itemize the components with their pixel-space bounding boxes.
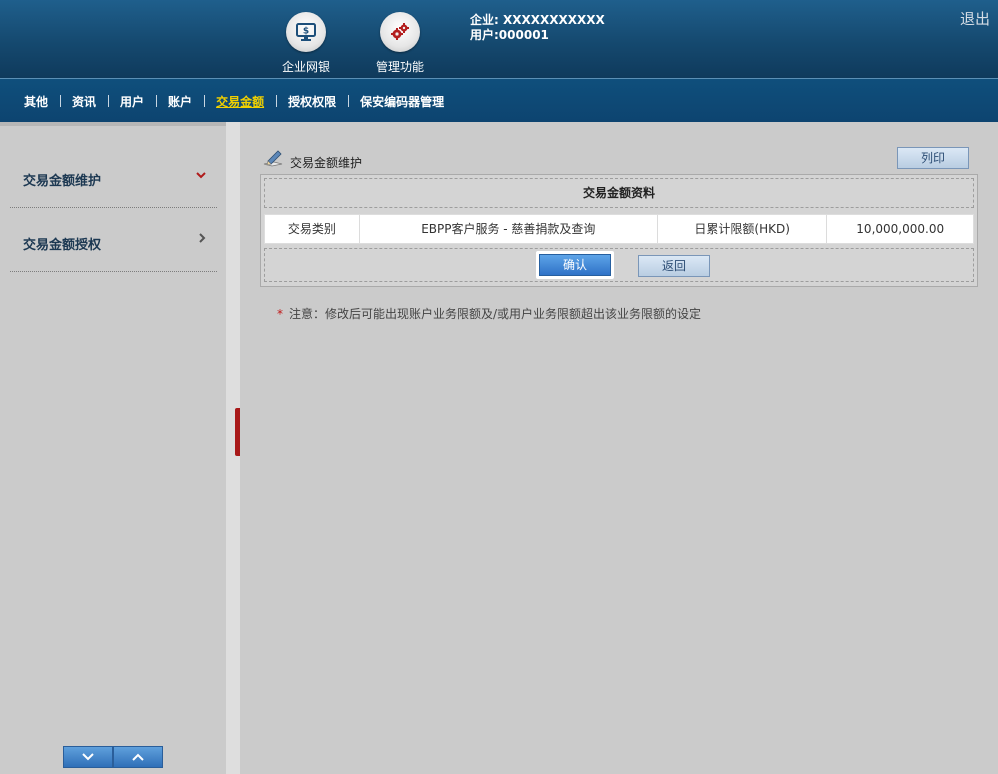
main-content: 交易金额维护 列印 交易金额资料 交易类别 EBPP客户服务 - 慈善捐款及查询… <box>240 122 998 774</box>
transaction-type-value: EBPP客户服务 - 慈善捐款及查询 <box>360 215 658 243</box>
notice-text: * 注意：修改后可能出现账户业务限额及/或用户业务限额超出该业务限额的设定 <box>277 305 701 322</box>
chevron-down-icon <box>195 168 207 184</box>
back-button[interactable]: 返回 <box>638 255 710 277</box>
panel-title: 交易金额资料 <box>264 178 974 208</box>
sidebar-scroll-controls <box>63 746 163 768</box>
admin-label: 管理功能 <box>375 60 424 74</box>
transaction-type-label: 交易类别 <box>265 215 360 243</box>
gears-icon <box>380 12 420 52</box>
nav-item-accounts[interactable]: 账户 <box>156 93 204 110</box>
top-header: $ 企业网银 管理功能 企业: XXXXXXXXXXX 用户:000001 退出 <box>0 0 998 78</box>
netbank-label: 企业网银 <box>281 60 330 74</box>
monitor-icon: $ <box>286 12 326 52</box>
user-id: 用户:000001 <box>470 28 549 42</box>
edit-pencil-icon <box>262 148 286 171</box>
print-button[interactable]: 列印 <box>897 147 969 169</box>
scroll-up-button[interactable] <box>113 746 163 768</box>
sidebar: 交易金额维护 交易金额授权 <box>0 122 226 774</box>
scroll-down-button[interactable] <box>63 746 113 768</box>
nav-item-transaction-limit[interactable]: 交易金额 <box>204 93 276 110</box>
nav-item-other[interactable]: 其他 <box>12 93 60 110</box>
page-title-text: 交易金额维护 <box>290 156 363 170</box>
limit-info-panel: 交易金额资料 交易类别 EBPP客户服务 - 慈善捐款及查询 日累计限额(HKD… <box>260 174 978 287</box>
netbank-button[interactable]: $ 企业网银 <box>271 12 341 75</box>
sidebar-item-label: 交易金额维护 <box>23 174 102 189</box>
chevron-up-icon <box>132 753 144 761</box>
svg-text:$: $ <box>303 27 309 37</box>
table-row: 交易类别 EBPP客户服务 - 慈善捐款及查询 日累计限额(HKD) 10,00… <box>264 214 974 244</box>
main-nav: 其他 资讯 用户 账户 交易金额 授权权限 保安编码器管理 <box>0 78 998 122</box>
panel-actions: 确认 返回 <box>264 248 974 282</box>
asterisk-icon: * <box>277 307 283 321</box>
admin-button[interactable]: 管理功能 <box>365 12 435 75</box>
nav-item-users[interactable]: 用户 <box>108 93 156 110</box>
company-user-info: 企业: XXXXXXXXXXX 用户:000001 <box>470 13 605 43</box>
nav-item-authorization[interactable]: 授权权限 <box>276 93 348 110</box>
daily-limit-label: 日累计限额(HKD) <box>658 215 828 243</box>
confirm-label: 确认 <box>539 254 611 276</box>
notice-message: 注意：修改后可能出现账户业务限额及/或用户业务限额超出该业务限额的设定 <box>289 307 702 321</box>
nav-item-token-management[interactable]: 保安编码器管理 <box>348 93 456 110</box>
logout-link[interactable]: 退出 <box>960 8 990 29</box>
chevron-down-icon <box>82 753 94 761</box>
sidebar-item-label: 交易金额授权 <box>23 238 102 253</box>
confirm-button[interactable]: 确认 <box>536 251 614 279</box>
nav-item-news[interactable]: 资讯 <box>60 93 108 110</box>
sidebar-item-limit-maintenance[interactable]: 交易金额维护 <box>10 144 217 208</box>
daily-limit-value: 10,000,000.00 <box>856 222 945 236</box>
sidebar-item-limit-authorization[interactable]: 交易金额授权 <box>10 208 217 272</box>
chevron-right-icon <box>197 232 207 248</box>
company-name: 企业: XXXXXXXXXXX <box>470 13 605 27</box>
page-title: 交易金额维护 <box>262 148 362 171</box>
